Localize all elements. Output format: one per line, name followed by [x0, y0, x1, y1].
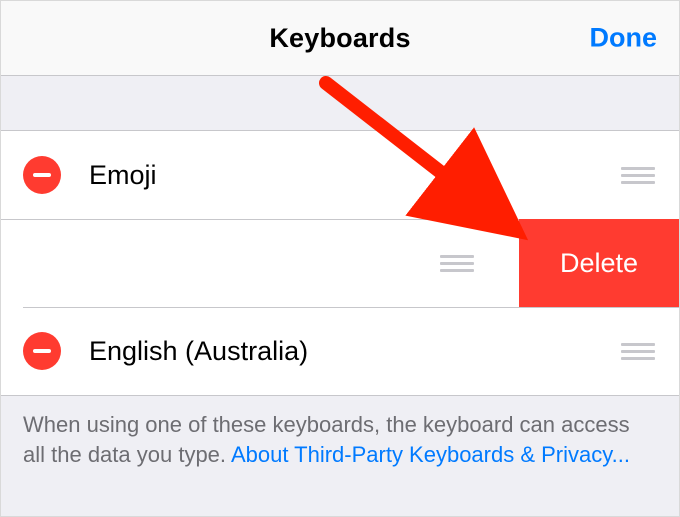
page-title: Keyboards [269, 23, 410, 54]
drag-handle-icon[interactable] [440, 255, 514, 272]
footer-note: When using one of these keyboards, the k… [1, 396, 679, 469]
keyboard-row-emoji[interactable]: Emoji [1, 131, 679, 219]
row-title: oard [0, 234, 440, 266]
drag-handle-icon[interactable] [621, 167, 679, 184]
keyboard-list: Emoji oard tiple languages Delete Englis… [1, 130, 679, 396]
row-subtitle: tiple languages [0, 268, 440, 292]
done-button[interactable]: Done [590, 23, 658, 54]
keyboard-row-english-au[interactable]: English (Australia) [1, 307, 679, 395]
row-text: Emoji [89, 159, 621, 191]
drag-handle-icon[interactable] [621, 343, 679, 360]
row-title: Emoji [89, 159, 621, 191]
privacy-link[interactable]: About Third-Party Keyboards & Privacy... [231, 442, 630, 467]
row-title: English (Australia) [89, 335, 621, 367]
navbar: Keyboards Done [1, 1, 679, 76]
delete-button[interactable]: Delete [519, 219, 679, 307]
remove-icon[interactable] [23, 332, 61, 370]
keyboard-row-gboard[interactable]: oard tiple languages Delete [1, 219, 679, 307]
remove-icon[interactable] [23, 156, 61, 194]
group-spacer [1, 76, 679, 130]
row-text: oard tiple languages [0, 234, 440, 292]
row-text: English (Australia) [89, 335, 621, 367]
